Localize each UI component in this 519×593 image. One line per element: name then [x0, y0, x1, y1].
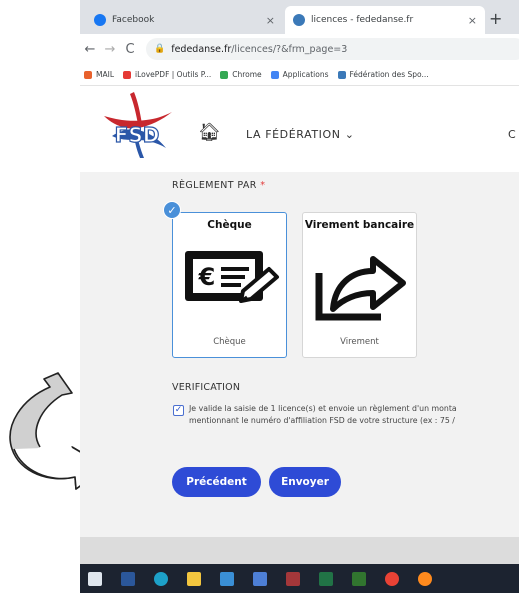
lock-icon: 🔒 — [154, 44, 166, 54]
bookmark-chrome[interactable]: Chrome — [220, 70, 262, 79]
verification-text-line-1: Je valide la saisie de 1 licence(s) et e… — [189, 404, 457, 413]
mail-icon — [84, 70, 92, 79]
selected-check-icon: ✓ — [163, 201, 181, 219]
reglement-label: RÈGLEMENT PAR * — [172, 180, 265, 191]
screenshot-stage: Facebook × licences - fededanse.fr × + ←… — [0, 0, 519, 593]
excel-icon[interactable] — [319, 571, 333, 586]
submit-button[interactable]: Envoyer — [269, 467, 341, 497]
nav-la-federation[interactable]: LA FÉDÉRATION ⌄ — [246, 128, 355, 141]
browser-window: Facebook × licences - fededanse.fr × + ←… — [80, 0, 519, 593]
bookmarks-bar: MAIL iLovePDF | Outils P... Chrome Appli… — [80, 64, 519, 86]
bookmark-label: Applications — [282, 70, 329, 79]
chrome-icon[interactable] — [385, 571, 399, 586]
store-icon[interactable] — [253, 571, 267, 586]
close-tab-icon[interactable]: × — [468, 14, 477, 27]
ilovepdf-icon — [123, 70, 131, 79]
back-button[interactable]: ← — [80, 42, 100, 57]
bookmark-label: Chrome — [232, 70, 262, 79]
address-bar[interactable]: 🔒 fededanse.fr /licences/?&frm_page=3 — [146, 38, 519, 60]
tab-strip: Facebook × licences - fededanse.fr × + — [80, 0, 519, 34]
payment-option-virement[interactable]: Virement bancaire Virement — [302, 212, 417, 358]
site-header: FSD 🏠︎ LA FÉDÉRATION ⌄ C — [80, 86, 519, 172]
firefox-icon[interactable] — [418, 571, 432, 586]
reload-button[interactable]: C — [120, 42, 140, 57]
fededanse-icon — [337, 70, 346, 79]
card-title: Virement bancaire — [304, 219, 415, 231]
apps-grid-icon — [270, 70, 279, 79]
access-icon[interactable] — [286, 571, 300, 586]
payment-option-cheque[interactable]: Chèque € Chèque — [172, 212, 287, 358]
logo-text: FSD — [115, 123, 160, 147]
bookmark-label: MAIL — [96, 70, 114, 79]
verification-checkbox[interactable]: ✓ — [173, 405, 184, 416]
tab-title: licences - fededanse.fr — [311, 15, 414, 25]
tab-facebook[interactable]: Facebook × — [86, 6, 283, 34]
page-footer — [80, 537, 519, 564]
navigation-bar: ← → C 🔒 fededanse.fr /licences/?&frm_pag… — [80, 34, 519, 64]
bookmark-mail[interactable]: MAIL — [84, 70, 114, 79]
google-icon — [220, 70, 229, 79]
previous-button[interactable]: Précédent — [172, 467, 261, 497]
address-host: fededanse.fr — [171, 43, 232, 55]
project-icon[interactable] — [352, 571, 366, 586]
payment-form: RÈGLEMENT PAR * Chèque € Chèque ✓ Vireme… — [80, 172, 519, 537]
bookmark-label: Fédération des Spo... — [349, 70, 429, 79]
word-icon[interactable] — [121, 571, 135, 586]
bookmark-label: iLovePDF | Outils P... — [135, 70, 212, 79]
card-caption: Virement — [340, 337, 379, 347]
fededanse-icon — [293, 14, 305, 26]
bookmark-ilovepdf[interactable]: iLovePDF | Outils P... — [123, 70, 211, 79]
new-tab-button[interactable]: + — [489, 9, 502, 28]
svg-text:€: € — [198, 263, 216, 291]
edge-icon[interactable] — [154, 571, 168, 586]
verification-text-line-2: mentionnant le numéro d'affiliation FSD … — [189, 416, 455, 425]
required-marker: * — [260, 180, 266, 191]
verification-label: VERIFICATION — [172, 382, 241, 393]
facebook-icon — [94, 14, 106, 26]
home-icon[interactable]: 🏠︎ — [198, 122, 221, 143]
address-path: /licences/?&frm_page=3 — [231, 43, 348, 55]
windows-start-icon[interactable] — [88, 571, 102, 586]
tab-title: Facebook — [112, 15, 155, 25]
mail-icon[interactable] — [220, 571, 234, 586]
nav-next-item[interactable]: C — [508, 128, 516, 141]
bookmark-federation[interactable]: Fédération des Spo... — [337, 70, 429, 79]
close-tab-icon[interactable]: × — [266, 14, 275, 27]
windows-taskbar — [80, 564, 519, 593]
card-title: Chèque — [207, 219, 252, 231]
file-explorer-icon[interactable] — [187, 571, 201, 586]
share-arrow-icon — [315, 256, 406, 321]
reglement-label-text: RÈGLEMENT PAR — [172, 180, 257, 191]
card-caption: Chèque — [213, 337, 246, 347]
forward-button[interactable]: → — [100, 42, 120, 57]
fsd-logo[interactable]: FSD — [100, 90, 174, 162]
bookmark-applications[interactable]: Applications — [270, 70, 329, 79]
cheque-icon: € — [185, 251, 279, 303]
tab-licences[interactable]: licences - fededanse.fr × — [285, 6, 485, 34]
